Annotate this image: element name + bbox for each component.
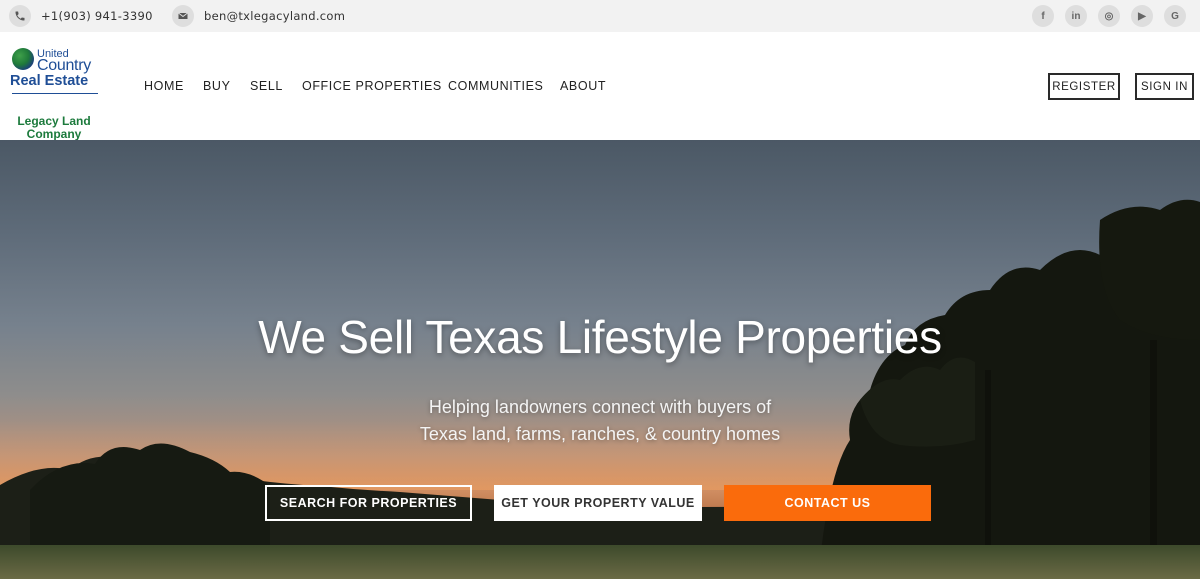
contact-us-button[interactable]: CONTACT US [724,485,931,521]
logo-real-estate: Real Estate [10,73,89,89]
globe-logo-icon [12,48,34,70]
hero-subtitle-line-1: Helping landowners connect with buyers o… [428,397,772,417]
search-properties-button[interactable]: SEARCH FOR PROPERTIES [265,485,472,521]
nav-home[interactable]: HOME [144,79,184,93]
top-contact-bar: +1(903) 941-3390 ben@txlegacyland.com f … [0,0,1200,32]
social-links: f in ◎ ▶ G [1032,5,1186,27]
register-button[interactable]: REGISTER [1048,73,1120,100]
nav-communities[interactable]: COMMUNITIES [448,79,544,93]
logo-divider [12,93,98,94]
email-icon [172,5,194,27]
property-value-button[interactable]: GET YOUR PROPERTY VALUE [494,485,702,521]
nav-office-properties[interactable]: OFFICE PROPERTIES [302,79,442,93]
nav-about[interactable]: ABOUT [560,79,606,93]
linkedin-icon[interactable]: in [1065,5,1087,27]
youtube-icon[interactable]: ▶ [1131,5,1153,27]
hero-title: We Sell Texas Lifestyle Properties [258,311,942,363]
phone-icon [9,5,31,27]
hero-subtitle-line-2: Texas land, farms, ranches, & country ho… [419,424,781,444]
facebook-icon[interactable]: f [1032,5,1054,27]
nav-sell[interactable]: SELL [250,79,283,93]
phone-number[interactable]: +1(903) 941-3390 [41,9,153,23]
email-contact[interactable]: ben@txlegacyland.com [172,5,345,27]
google-icon[interactable]: G [1164,5,1186,27]
phone-contact[interactable]: +1(903) 941-3390 [9,5,153,27]
email-address[interactable]: ben@txlegacyland.com [204,9,345,23]
company-logo[interactable]: United Country Real Estate Legacy Land C… [10,46,100,141]
hero-banner: We Sell Texas Lifestyle Properties Helpi… [0,140,1200,579]
instagram-icon[interactable]: ◎ [1098,5,1120,27]
site-header: United Country Real Estate Legacy Land C… [0,32,1200,141]
nav-buy[interactable]: BUY [203,79,231,93]
sign-in-button[interactable]: SIGN IN [1135,73,1194,100]
